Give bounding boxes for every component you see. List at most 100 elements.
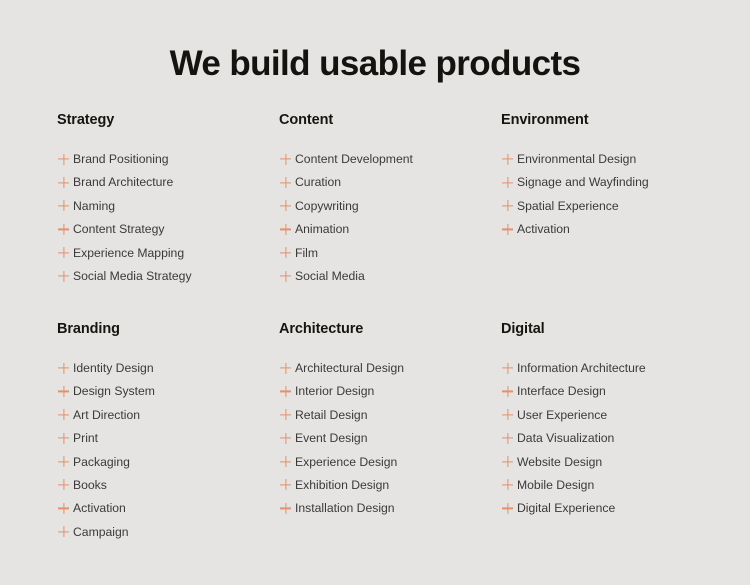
service-item[interactable]: Website Design [501,450,694,473]
service-list-branding: Identity Design Design System Art Directio… [57,356,279,543]
plus-icon [501,199,514,212]
plus-icon [279,153,292,166]
service-item[interactable]: Identity Design [57,356,279,379]
service-item[interactable]: Installation Design [279,497,501,520]
service-item-label: Activation [73,501,126,516]
service-item[interactable]: Data Visualization [501,427,694,450]
service-item[interactable]: Spatial Experience [501,194,694,217]
category-title-digital: Digital [501,320,545,337]
service-item-label: Design System [73,384,155,399]
service-item-label: Signage and Wayfinding [517,175,649,190]
service-item-label: Identity Design [73,360,154,375]
plus-icon [57,478,70,491]
service-item[interactable]: Experience Design [279,450,501,473]
service-item-label: Curation [295,175,342,190]
service-item[interactable]: Curation [279,171,501,194]
service-item[interactable]: Film [279,241,501,264]
service-item[interactable]: User Experience [501,403,694,426]
service-item[interactable]: Activation [57,497,279,520]
service-item-label: Copywriting [295,198,359,213]
service-item[interactable]: Information Architecture [501,356,694,379]
plus-icon [501,432,514,445]
service-item[interactable]: Signage and Wayfinding [501,171,694,194]
service-item-label: Installation Design [295,501,395,516]
service-item-label: Content Strategy [73,222,165,237]
service-item[interactable]: Print [57,427,279,450]
plus-icon [279,408,292,421]
service-item[interactable]: Social Media [279,264,501,287]
service-item-label: Interface Design [517,384,606,399]
plus-icon [279,199,292,212]
service-item[interactable]: Architectural Design [279,356,501,379]
plus-icon [57,385,70,398]
service-item-label: Data Visualization [517,431,615,446]
service-item[interactable]: Design System [57,380,279,403]
service-list-environment: Environmental Design Signage and Wayfindi… [501,148,694,242]
service-item[interactable]: Copywriting [279,194,501,217]
plus-icon [279,385,292,398]
service-item-label: Mobile Design [517,477,595,492]
service-item[interactable]: Environmental Design [501,148,694,171]
plus-icon [279,246,292,259]
service-item[interactable]: Event Design [279,427,501,450]
service-item[interactable]: Interface Design [501,380,694,403]
service-item[interactable]: Animation [279,218,501,241]
service-item[interactable]: Retail Design [279,403,501,426]
service-list-architecture: Architectural Design Interior Design Retai… [279,356,501,520]
service-category-architecture: Architecture Architectural Design Interior… [279,322,501,544]
service-list-content: Content Development Curation Copywriting An… [279,148,501,288]
service-item[interactable]: Experience Mapping [57,241,279,264]
service-item-label: Retail Design [295,407,368,422]
category-title-content: Content [279,112,334,128]
plus-icon [57,153,70,166]
category-title-strategy: Strategy [57,112,115,128]
service-item[interactable]: Social Media Strategy [57,264,279,287]
service-category-strategy: Strategy Brand Positioning Brand Architect… [57,113,279,288]
service-item[interactable]: Activation [501,218,694,241]
service-item-label: Architectural Design [295,360,405,375]
plus-icon [279,362,292,375]
plus-icon [501,385,514,398]
plus-icon [279,432,292,445]
plus-icon [279,455,292,468]
service-item[interactable]: Exhibition Design [279,473,501,496]
service-item-label: Content Development [295,152,413,167]
service-item-label: Exhibition Design [295,477,390,492]
plus-icon [501,502,514,515]
category-title-environment: Environment [501,112,589,128]
service-item-label: Brand Architecture [73,175,174,190]
plus-icon [57,199,70,212]
plus-icon [501,455,514,468]
category-title-architecture: Architecture [279,320,364,337]
service-item[interactable]: Interior Design [279,380,501,403]
service-category-grid: Strategy Brand Positioning Brand Architect… [0,113,750,543]
plus-icon [57,408,70,421]
plus-icon [57,502,70,515]
service-item[interactable]: Brand Positioning [57,148,279,171]
service-item[interactable]: Mobile Design [501,473,694,496]
service-item[interactable]: Packaging [57,450,279,473]
service-category-digital: Digital Information Architecture Interface… [501,322,694,544]
service-item-label: Information Architecture [517,360,646,375]
service-list-digital: Information Architecture Interface Design… [501,356,694,520]
service-item[interactable]: Brand Architecture [57,171,279,194]
service-item[interactable]: Digital Experience [501,497,694,520]
plus-icon [501,362,514,375]
service-item[interactable]: Campaign [57,520,279,543]
plus-icon [501,176,514,189]
service-item-label: Social Media Strategy [73,269,192,284]
service-category-branding: Branding Identity Design Design System Art … [57,322,279,544]
service-item[interactable]: Books [57,473,279,496]
plus-icon [57,246,70,259]
service-item-label: Books [73,477,107,492]
service-item[interactable]: Content Development [279,148,501,171]
service-item-label: Campaign [73,524,129,539]
service-item-label: Website Design [517,454,603,469]
plus-icon [501,223,514,236]
service-item-label: Brand Positioning [73,152,169,167]
service-item[interactable]: Content Strategy [57,218,279,241]
service-item[interactable]: Naming [57,194,279,217]
plus-icon [57,362,70,375]
service-item[interactable]: Art Direction [57,403,279,426]
plus-icon [279,270,292,283]
